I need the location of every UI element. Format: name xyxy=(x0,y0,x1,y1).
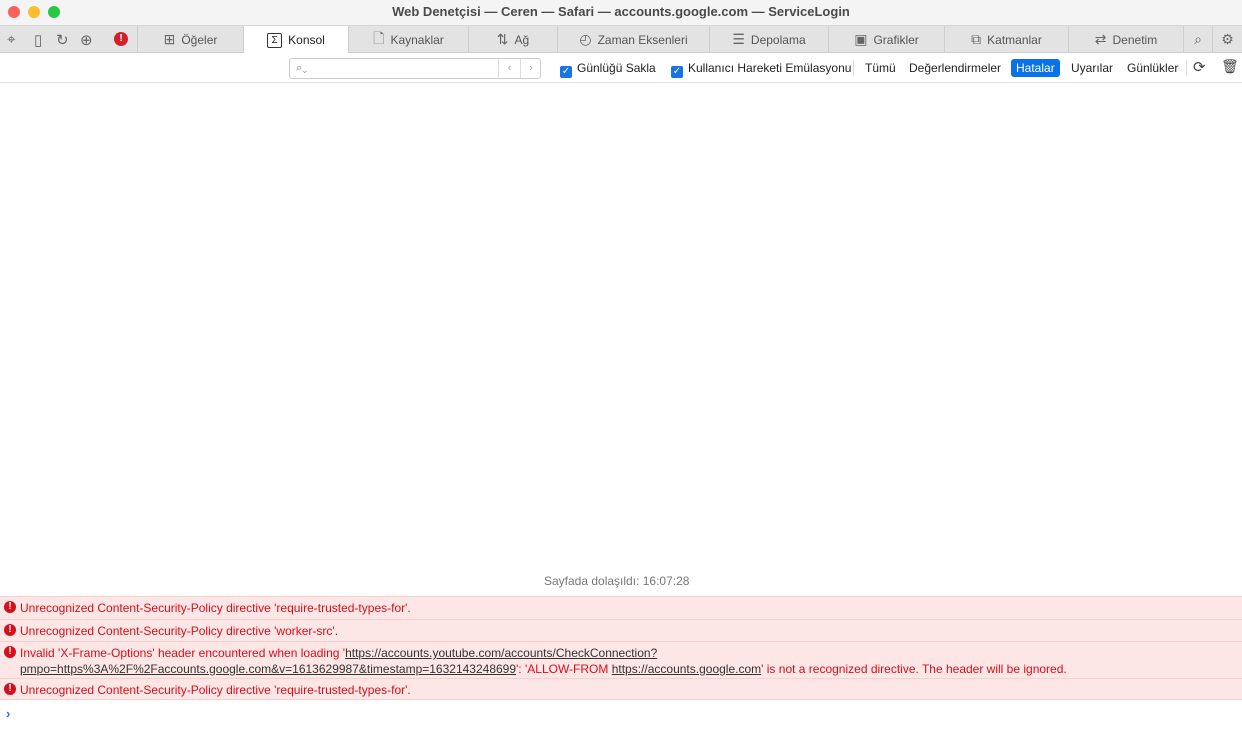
tab-audit[interactable]: ⇄ Denetim xyxy=(1068,26,1183,53)
clear-console-icon[interactable]: 🗑 xyxy=(1221,58,1239,75)
tab-label: Öğeler xyxy=(181,32,218,47)
checkmark-icon: ✓ xyxy=(560,66,572,78)
storage-icon: ☰ xyxy=(732,31,745,47)
element-picker-icon[interactable]: ⌖ xyxy=(7,31,15,48)
close-window-button[interactable] xyxy=(8,6,20,18)
elements-icon: ⊞ xyxy=(163,31,176,47)
filter-evaluations[interactable]: Değerlendirmeler xyxy=(909,61,1001,75)
timeline-icon: ◴ xyxy=(579,31,592,47)
tab-layers[interactable]: ⧉ Katmanlar xyxy=(944,26,1068,53)
minimize-window-button[interactable] xyxy=(28,6,40,18)
message-text: Unrecognized Content-Security-Policy dir… xyxy=(20,683,411,697)
checkmark-icon: ✓ xyxy=(671,66,683,78)
message-link[interactable]: https://accounts.google.com xyxy=(612,662,761,676)
tab-label: Ağ xyxy=(514,32,530,47)
checkbox-label: Günlüğü Sakla xyxy=(577,61,656,75)
filter-logs[interactable]: Günlükler xyxy=(1127,61,1178,75)
message-link[interactable]: https://accounts.youtube.com/accounts/Ch… xyxy=(345,646,657,660)
settings-button[interactable]: ⚙ xyxy=(1212,26,1242,53)
tab-elements[interactable]: ⊞ Öğeler xyxy=(137,26,243,53)
console-search-input[interactable]: ⌕⌄ ‹ › xyxy=(289,58,541,79)
filter-warnings[interactable]: Uyarılar xyxy=(1071,61,1113,75)
tab-console[interactable]: Σ Konsol xyxy=(243,26,348,54)
gear-icon: ⚙ xyxy=(1221,31,1234,47)
tab-label: Katmanlar xyxy=(987,32,1042,47)
tab-network[interactable]: ⇅ Ağ xyxy=(468,26,557,53)
tab-timelines[interactable]: ◴ Zaman Eksenleri xyxy=(557,26,709,53)
console-message[interactable]: ! Invalid 'X-Frame-Options' header encoun… xyxy=(0,641,1242,678)
filter-all[interactable]: Tümü xyxy=(865,61,896,75)
console-message[interactable]: ! Unrecognized Content-Security-Policy di… xyxy=(0,678,1242,700)
zoom-window-button[interactable] xyxy=(48,6,60,18)
tab-label: Grafikler xyxy=(873,32,919,47)
message-link[interactable]: pmpo=https%3A%2F%2Faccounts.google.com&v… xyxy=(20,662,516,676)
navigation-marker: Sayfada dolaşıldı: 16:07:28 xyxy=(544,574,690,588)
audit-icon: ⇄ xyxy=(1094,31,1107,47)
message-text: ': 'ALLOW-FROM xyxy=(516,662,612,676)
window-title: Web Denetçisi — Ceren — Safari — account… xyxy=(392,4,850,19)
error-icon: ! xyxy=(4,683,16,695)
message-text: Unrecognized Content-Security-Policy dir… xyxy=(20,624,339,638)
sources-icon: 🗋 xyxy=(373,29,385,46)
network-icon: ⇅ xyxy=(496,31,509,47)
next-match-button[interactable]: › xyxy=(520,59,541,78)
gesture-emulation-checkbox[interactable]: ✓ Kullanıcı Hareketi Emülasyonu xyxy=(671,61,851,78)
download-icon[interactable]: ⊕ xyxy=(80,31,93,49)
tab-label: Kaynaklar xyxy=(390,32,444,47)
console-message[interactable]: ! Unrecognized Content-Security-Policy di… xyxy=(0,619,1242,641)
filter-bar: ⌕⌄ ‹ › ✓ Günlüğü Sakla ✓ Kullanıcı Hareket… xyxy=(0,53,1242,83)
tab-sources[interactable]: 🗋 Kaynaklar xyxy=(348,26,468,53)
console-message[interactable]: ! Unrecognized Content-Security-Policy di… xyxy=(0,596,1242,619)
console-prompt-input[interactable]: › xyxy=(6,706,10,721)
error-indicator-icon[interactable]: ! xyxy=(114,32,128,46)
console-icon: Σ xyxy=(267,32,283,48)
message-text: Unrecognized Content-Security-Policy dir… xyxy=(20,601,411,615)
tab-bar: ⌖ ▯ ↻ ⊕ ! ⊞ Öğeler Σ Konsol 🗋 Kaynaklar ⇅ Ağ… xyxy=(0,25,1242,54)
search-button[interactable]: ⌕ xyxy=(1183,26,1212,53)
divider xyxy=(1186,60,1187,76)
message-text: Invalid 'X-Frame-Options' header encount… xyxy=(20,646,346,660)
filter-errors[interactable]: Hatalar xyxy=(1011,59,1060,77)
error-icon: ! xyxy=(4,601,16,613)
title-bar: Web Denetçisi — Ceren — Safari — account… xyxy=(0,0,1242,25)
tab-storage[interactable]: ☰ Depolama xyxy=(709,26,828,53)
tab-label: Denetim xyxy=(1112,32,1158,47)
search-icon: ⌕ xyxy=(1194,31,1202,47)
preserve-log-checkbox[interactable]: ✓ Günlüğü Sakla xyxy=(560,61,656,78)
layers-icon: ⧉ xyxy=(971,31,982,47)
divider xyxy=(853,60,854,76)
tab-label: Zaman Eksenleri xyxy=(597,32,688,47)
checkbox-label: Kullanıcı Hareketi Emülasyonu xyxy=(688,61,852,75)
tab-label: Depolama xyxy=(750,32,806,47)
reload-icon[interactable]: ↻ xyxy=(56,31,69,49)
previous-match-button[interactable]: ‹ xyxy=(498,59,520,78)
tab-label: Konsol xyxy=(288,33,325,47)
error-icon: ! xyxy=(4,624,16,636)
search-icon: ⌕⌄ xyxy=(296,62,308,74)
tab-graphics[interactable]: ▣ Grafikler xyxy=(828,26,944,53)
reload-refresh-icon[interactable]: ⟳ xyxy=(1193,58,1206,76)
message-text: ' is not a recognized directive. The hea… xyxy=(761,662,1067,676)
graphics-icon: ▣ xyxy=(854,31,868,47)
device-icon[interactable]: ▯ xyxy=(34,31,42,49)
error-icon: ! xyxy=(4,646,16,658)
